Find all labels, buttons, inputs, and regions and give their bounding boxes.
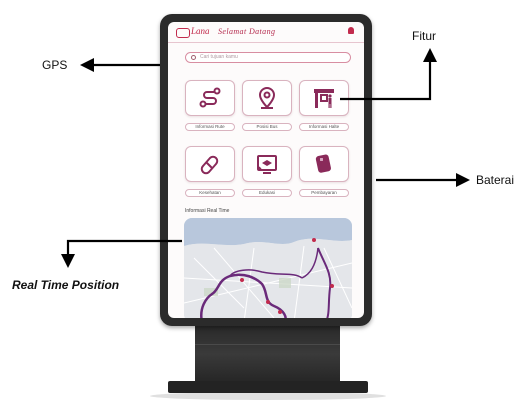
notification-icon[interactable]	[348, 27, 354, 34]
education-icon	[257, 155, 277, 174]
welcome-text: Selamat Datang	[218, 27, 276, 36]
kiosk-stand-seam	[195, 344, 340, 345]
menu-label-informasi-rute[interactable]: Informasi Rute	[185, 123, 235, 131]
card-icon	[315, 154, 331, 173]
bus-stop-icon	[314, 89, 334, 108]
menu-label-posisi-bus[interactable]: Posisi Bus	[242, 123, 292, 131]
search-placeholder: Cari tujuan kamu	[200, 54, 238, 60]
menu-label-edukasi[interactable]: Edukasi	[242, 189, 292, 197]
menu-label-informasi-halte[interactable]: Informasi Halte	[299, 123, 349, 131]
menu-tile-posisi-bus[interactable]	[242, 80, 292, 116]
kiosk-base	[168, 381, 368, 393]
menu-tile-informasi-rute[interactable]	[185, 80, 235, 116]
location-pin-icon	[258, 86, 276, 109]
realtime-map[interactable]	[184, 218, 352, 318]
search-icon	[191, 55, 196, 60]
annotation-baterai: Baterai	[476, 173, 515, 187]
route-icon	[199, 87, 221, 108]
pill-icon	[200, 155, 219, 175]
search-input[interactable]: Cari tujuan kamu	[185, 52, 351, 63]
baterai-arrow	[376, 173, 470, 187]
menu-tile-pembayaran[interactable]	[299, 146, 349, 182]
menu-label-pembayaran[interactable]: Pembayaran	[299, 189, 349, 197]
annotation-fitur: Fitur	[412, 29, 436, 43]
logo-icon	[176, 28, 190, 38]
menu-tile-edukasi[interactable]	[242, 146, 292, 182]
map-graphic	[184, 218, 352, 318]
menu-label-kesehatan[interactable]: Kesehatan	[185, 189, 235, 197]
header-divider	[168, 42, 364, 43]
realtime-arrow	[61, 239, 182, 268]
realtime-title: Informasi Real Time	[185, 208, 230, 214]
annotation-realtime-position: Real Time Position	[12, 278, 120, 292]
gps-arrow	[80, 58, 160, 72]
menu-tile-kesehatan[interactable]	[185, 146, 235, 182]
kiosk-stand	[195, 326, 340, 382]
kiosk-screen: Lana Selamat Datang Cari tujuan kamu Inf…	[168, 22, 364, 318]
fitur-arrow	[340, 48, 437, 101]
annotation-gps: GPS	[42, 58, 68, 72]
app-header: Lana Selamat Datang	[176, 26, 356, 42]
kiosk-shadow	[150, 392, 386, 400]
app-logo: Lana	[191, 26, 210, 36]
